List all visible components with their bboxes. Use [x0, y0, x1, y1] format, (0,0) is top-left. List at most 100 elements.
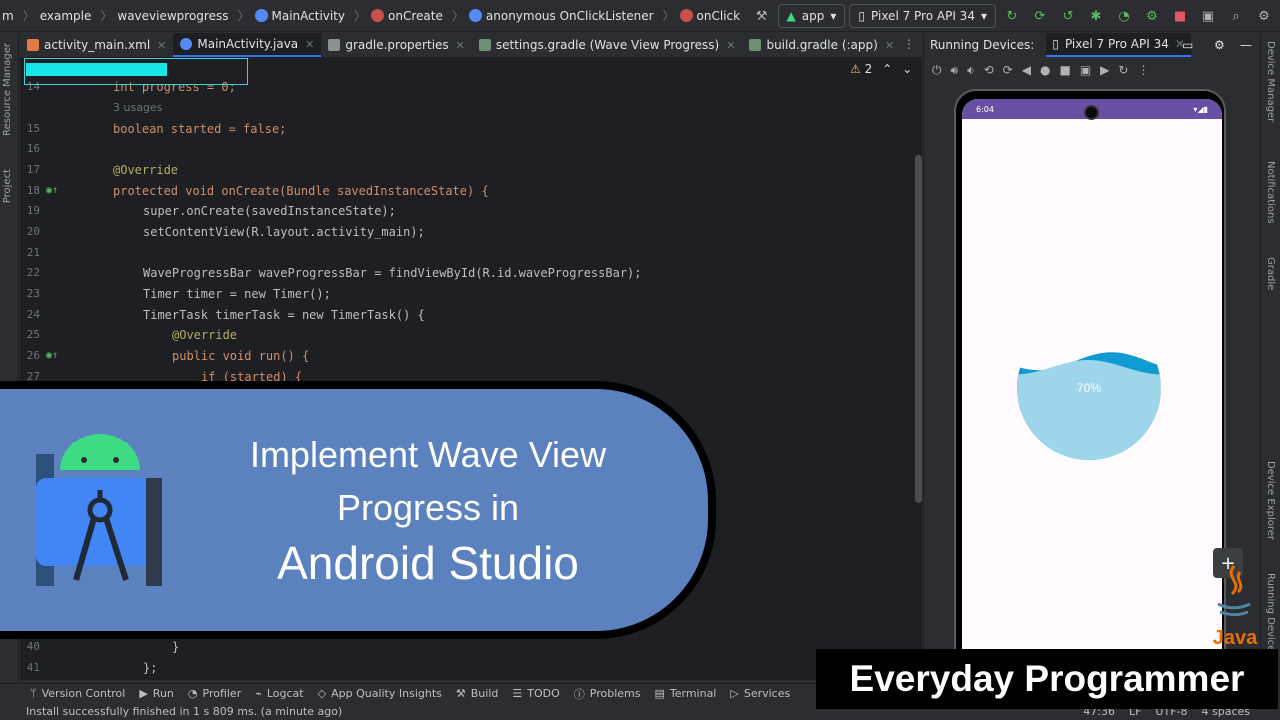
breadcrumb-item[interactable]: m 〉	[2, 0, 40, 32]
version-control-tool[interactable]: ᛘ Version Control	[30, 687, 125, 700]
close-icon[interactable]: ✕	[305, 38, 314, 51]
volume-down-icon[interactable]: 🔉︎	[967, 63, 975, 78]
code-line: 25 @Override	[20, 325, 920, 346]
gradle-icon	[478, 39, 491, 51]
run-tool[interactable]: ▶ Run	[139, 687, 174, 700]
running-devices-tool[interactable]: Running Devices	[1265, 573, 1276, 657]
notifications-tool[interactable]: Notifications	[1265, 161, 1276, 224]
device-manager-tool[interactable]: Device Manager	[1265, 41, 1276, 122]
override-gutter-icon[interactable]: ◉↑	[46, 181, 58, 202]
minimize-icon[interactable]: —	[1240, 38, 1252, 52]
camera-icon[interactable]: ▣	[1080, 63, 1091, 77]
tab-gradle-properties[interactable]: gradle.properties ✕	[321, 33, 472, 57]
code-line: 41};	[20, 658, 920, 679]
breadcrumb-label: MainActivity	[271, 8, 346, 23]
app-quality-tool[interactable]: ◇ App Quality Insights	[318, 687, 442, 700]
power-icon[interactable]: ⏻	[932, 63, 942, 78]
close-icon[interactable]: ✕	[885, 39, 894, 52]
status-message[interactable]: Install successfully finished in 1 s 809…	[26, 705, 342, 718]
todo-tool[interactable]: ☰ TODO	[512, 687, 559, 700]
close-icon[interactable]: ✕	[456, 39, 465, 52]
debug-icon[interactable]: ✱	[1084, 4, 1108, 28]
device-selector[interactable]: ▯ Pixel 7 Pro API 34 ▾	[849, 4, 996, 28]
code-line: 15 boolean started = false;	[20, 119, 920, 140]
rotate-left-icon[interactable]: ⟲	[984, 63, 994, 77]
terminal-tool[interactable]: ▤ Terminal	[654, 687, 716, 700]
main-toolbar: m 〉 example 〉 waveviewprogress 〉 MainActivi…	[0, 0, 1280, 32]
profiler-tool[interactable]: ◔ Profiler	[188, 687, 241, 700]
panel-title: Running Devices:	[930, 38, 1035, 52]
inspection-widget[interactable]: ⚠ 2 ⌃ ⌄	[850, 62, 912, 76]
profile-icon[interactable]: ◔	[1112, 4, 1136, 28]
window-icon[interactable]: ▭	[1182, 38, 1193, 52]
tab-label: gradle.properties	[345, 38, 449, 52]
code-text: setContentView(R.layout.activity_main);	[143, 225, 425, 239]
home-icon[interactable]: ●	[1040, 63, 1050, 77]
breadcrumb-item[interactable]: onClick	[679, 0, 740, 32]
tool-label: App Quality Insights	[331, 687, 442, 700]
hint-text[interactable]: 3 usages	[113, 98, 162, 119]
tab-main-activity[interactable]: MainActivity.java ✕	[173, 33, 322, 57]
device-tab[interactable]: ▯ Pixel 7 Pro API 34 ✕	[1046, 33, 1191, 57]
close-icon[interactable]: ✕	[157, 39, 166, 52]
wave-fill	[1017, 360, 1161, 460]
breadcrumb-item[interactable]: example 〉	[40, 0, 118, 32]
search-icon[interactable]: ⌕	[1224, 4, 1248, 28]
breadcrumb-label: onCreate	[388, 8, 443, 23]
tab-settings-gradle[interactable]: settings.gradle (Wave View Progress) ✕	[472, 33, 743, 57]
breadcrumb-item[interactable]: MainActivity 〉	[254, 0, 372, 32]
resource-manager-tool[interactable]: Resource Manager	[2, 43, 13, 136]
volume-up-icon[interactable]: 🔊︎	[951, 63, 959, 78]
breadcrumb-item[interactable]: anonymous OnClickListener 〉	[468, 0, 680, 32]
tool-label: Logcat	[266, 687, 304, 700]
diamond-icon: ◇	[317, 687, 327, 700]
rotate-right-icon[interactable]: ⟳	[1003, 63, 1013, 77]
overview-icon[interactable]: ■	[1059, 63, 1070, 77]
line-number: 18	[26, 184, 40, 197]
breadcrumb-label: m	[2, 8, 14, 23]
method-icon	[371, 9, 385, 22]
project-tool[interactable]: Project	[2, 169, 13, 203]
apply-code-changes-icon[interactable]: ⟳	[1028, 4, 1052, 28]
services-tool[interactable]: ▷ Services	[730, 687, 790, 700]
more-options-icon[interactable]: ⋮	[1137, 63, 1149, 77]
gear-icon[interactable]: ⚙	[1214, 38, 1225, 52]
logcat-tool[interactable]: ⌁ Logcat	[255, 687, 303, 700]
record-icon[interactable]: ▶	[1100, 63, 1109, 77]
editor-scrollbar[interactable]	[915, 155, 922, 503]
back-icon[interactable]: ◀	[1022, 63, 1031, 77]
chevron-down-icon: ▾	[980, 9, 987, 23]
breadcrumb-item[interactable]: waveviewprogress 〉	[117, 0, 254, 32]
branch-icon: ᛘ	[30, 687, 37, 700]
rerun-icon[interactable]: ↺	[1056, 4, 1080, 28]
camera-cutout	[1084, 105, 1099, 120]
line-number: 25	[26, 328, 40, 341]
more-options-icon[interactable]: ⋮	[903, 37, 915, 51]
gear-icon[interactable]: ⚙	[1252, 4, 1276, 28]
attach-debugger-icon[interactable]: ⚙	[1140, 4, 1164, 28]
breadcrumb-item[interactable]: onCreate 〉	[371, 0, 469, 32]
module-selector[interactable]: ▲ app ▾	[777, 4, 846, 28]
android-icon: ▲	[786, 9, 796, 23]
tab-build-gradle[interactable]: build.gradle (:app) ✕	[742, 33, 901, 57]
close-icon[interactable]: ✕	[726, 39, 735, 52]
override-gutter-icon[interactable]: ◉↑	[46, 346, 58, 367]
reset-icon[interactable]: ↻	[1118, 63, 1128, 77]
chevron-down-icon[interactable]: ⌄	[902, 62, 912, 76]
apply-changes-icon[interactable]: ↻	[1000, 4, 1024, 28]
hammer-icon[interactable]: ⚒	[750, 4, 774, 28]
stop-icon[interactable]: ■	[1168, 4, 1192, 28]
device-explorer-tool[interactable]: Device Explorer	[1265, 461, 1276, 540]
anonymous-class-icon	[468, 9, 482, 22]
warning-count-label: 2	[864, 62, 873, 76]
properties-file-icon	[328, 39, 341, 51]
problems-tool[interactable]: ⓘ Problems	[574, 686, 641, 702]
line-number: 23	[26, 287, 40, 300]
chevron-up-icon[interactable]: ⌃	[882, 62, 892, 76]
tab-activity-main-xml[interactable]: activity_main.xml ✕	[20, 33, 173, 57]
build-tool[interactable]: ⚒ Build	[456, 687, 499, 700]
wave-progress-bar: 70%	[1017, 352, 1161, 460]
gradle-tool[interactable]: Gradle	[1265, 257, 1276, 290]
code-text: @Override	[113, 163, 179, 177]
device-manager-icon[interactable]: ▣	[1196, 4, 1220, 28]
